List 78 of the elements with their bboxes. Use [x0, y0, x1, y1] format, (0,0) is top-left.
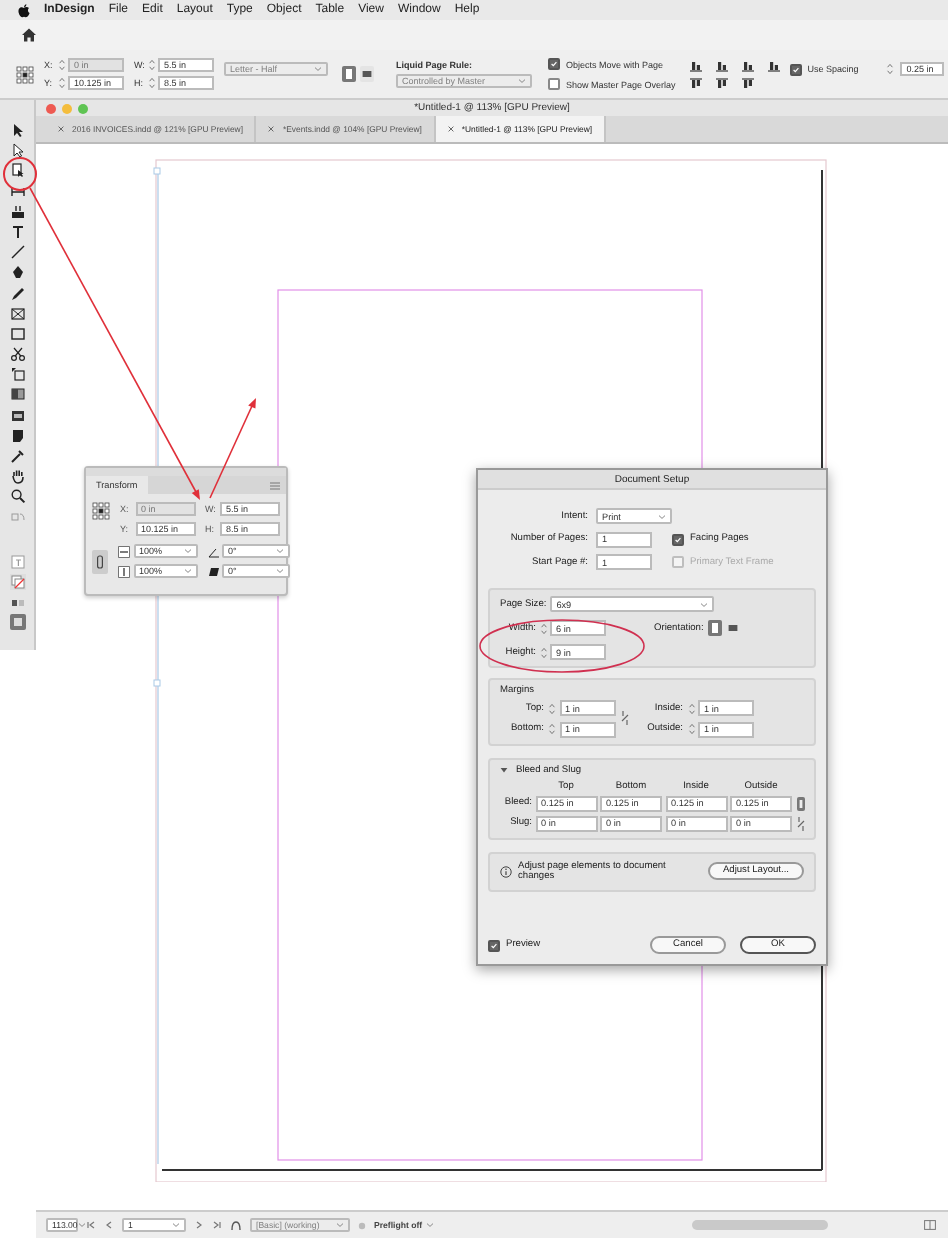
- highlight-circle: [3, 157, 37, 191]
- distribute-center-icon[interactable]: [715, 77, 728, 89]
- link-icon[interactable]: [619, 710, 629, 727]
- reference-point-icon[interactable]: [16, 65, 34, 83]
- distribute-spacing-icon[interactable]: [767, 59, 780, 71]
- note-icon[interactable]: [9, 427, 25, 444]
- close-icon[interactable]: [58, 126, 64, 132]
- portrait-orientation-icon[interactable]: [707, 620, 722, 636]
- apply-color-icon[interactable]: [9, 594, 25, 611]
- caret-icon: [183, 568, 191, 574]
- gradient-swatch-icon[interactable]: [9, 386, 25, 403]
- status-dot-icon: [358, 1221, 366, 1229]
- shear-icon[interactable]: [207, 565, 219, 577]
- link-icon[interactable]: [795, 795, 805, 811]
- scale-x-icon[interactable]: [118, 545, 130, 557]
- checkbox[interactable]: [488, 939, 500, 951]
- rotate-icon[interactable]: [207, 545, 219, 557]
- caret-icon: [172, 1221, 180, 1228]
- caret-icon: [183, 548, 191, 554]
- rectangle-frame-icon[interactable]: [9, 305, 25, 322]
- close-icon[interactable]: [447, 126, 454, 132]
- hand-icon[interactable]: [9, 468, 25, 485]
- previous-page-icon[interactable]: [104, 1220, 114, 1230]
- portrait-orientation-icon[interactable]: [342, 66, 356, 82]
- info-icon: [500, 865, 512, 877]
- scrollbar-icon[interactable]: [692, 1220, 828, 1230]
- align-center-icon[interactable]: [715, 59, 728, 71]
- reference-point-icon[interactable]: [92, 502, 110, 520]
- caret-icon: [276, 568, 284, 574]
- free-transform-icon[interactable]: [9, 366, 25, 383]
- type-tool-icon[interactable]: [9, 223, 25, 240]
- caret-icon: [77, 1221, 86, 1228]
- distribute-top-icon[interactable]: [689, 77, 702, 89]
- next-page-icon[interactable]: [194, 1220, 204, 1230]
- first-page-icon[interactable]: [86, 1220, 96, 1230]
- direct-selection-tool-icon[interactable]: [9, 142, 25, 159]
- scale-y-icon[interactable]: [118, 565, 130, 577]
- eyedropper-icon[interactable]: [9, 448, 25, 464]
- caret-icon: [518, 78, 526, 84]
- page-tool-icon[interactable]: [9, 162, 25, 179]
- zoom-icon[interactable]: [9, 488, 25, 505]
- checkbox[interactable]: [672, 533, 684, 545]
- caret-icon: [426, 1222, 435, 1228]
- annotation-arrow: [209, 398, 256, 499]
- split-view-icon[interactable]: [924, 1220, 936, 1230]
- selection-tool-icon[interactable]: [9, 122, 25, 138]
- landscape-orientation-icon[interactable]: [725, 620, 740, 636]
- rectangle-icon[interactable]: [9, 325, 25, 342]
- close-icon[interactable]: [268, 126, 275, 132]
- caret-icon: [336, 1221, 344, 1228]
- content-collector-icon[interactable]: [9, 203, 25, 220]
- caret-icon: [276, 548, 284, 554]
- align-bottom-icon[interactable]: [741, 59, 754, 71]
- last-page-icon[interactable]: [212, 1220, 222, 1230]
- caret-icon: [658, 513, 666, 519]
- checkbox[interactable]: [789, 63, 802, 75]
- pen-tool-icon[interactable]: [9, 264, 25, 281]
- distribute-bottom-icon[interactable]: [741, 77, 754, 89]
- caret-icon: [314, 66, 322, 72]
- caret-icon: [700, 601, 709, 607]
- landscape-orientation-icon[interactable]: [360, 66, 374, 82]
- disclosure-triangle-icon[interactable]: [500, 766, 508, 774]
- checkbox[interactable]: [548, 78, 560, 90]
- link-icon[interactable]: [795, 815, 805, 831]
- screen-mode-icon[interactable]: [9, 614, 25, 631]
- scissors-icon[interactable]: [9, 346, 25, 363]
- home-icon[interactable]: [22, 28, 36, 42]
- apple-icon[interactable]: [18, 3, 30, 17]
- line-tool-icon[interactable]: [9, 244, 25, 261]
- close-button[interactable]: [46, 103, 56, 113]
- fill-stroke-icon[interactable]: [9, 573, 25, 590]
- gap-tool-icon[interactable]: [9, 183, 25, 200]
- align-top-icon[interactable]: [689, 59, 702, 71]
- pencil-icon[interactable]: [9, 285, 25, 301]
- gradient-feather-icon[interactable]: [9, 407, 25, 424]
- checkbox[interactable]: [548, 58, 560, 70]
- swap-colors-icon[interactable]: [9, 509, 25, 526]
- constrain-proportions-icon[interactable]: [92, 549, 108, 573]
